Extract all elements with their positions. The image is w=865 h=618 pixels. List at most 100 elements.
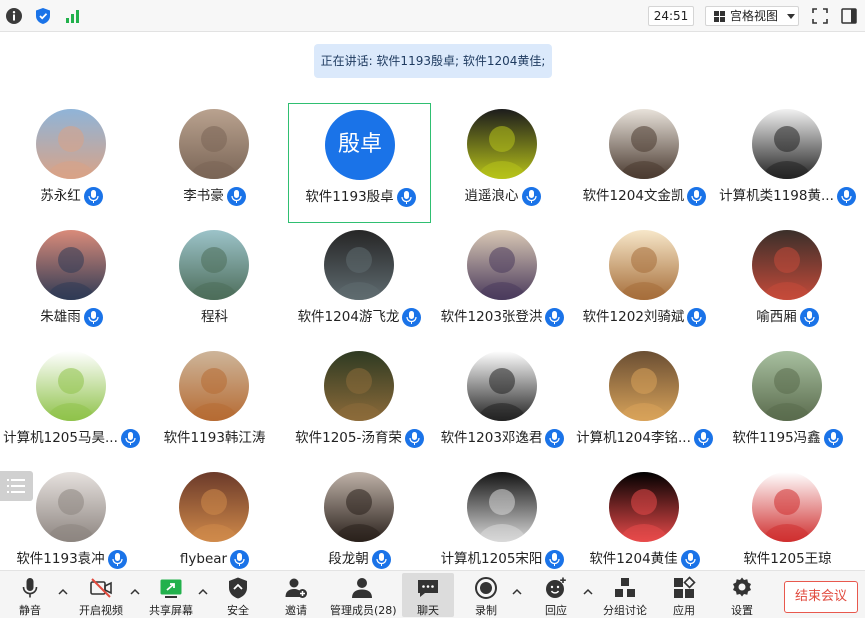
signal-icon[interactable] (64, 7, 82, 25)
mute-options-chevron-icon[interactable] (57, 586, 69, 598)
settings-button[interactable]: 设置 (722, 573, 762, 617)
participant-tile[interactable]: 软件1204游飞龙 (288, 224, 431, 344)
participant-name-line: 软件1204文金凯 (573, 185, 716, 207)
participant-name-line: 软件1193殷卓 (289, 186, 432, 208)
participant-name-line: 软件1205王琼 (716, 548, 859, 570)
participant-name: 软件1203邓逸君 (440, 430, 543, 446)
participant-name: 李书豪 (183, 188, 224, 204)
participant-name-line: 软件1193韩江涛 (143, 427, 286, 449)
participant-tile[interactable]: 朱雄雨 (0, 224, 143, 344)
participant-tile[interactable]: 软件1195冯鑫 (716, 345, 859, 465)
microphone-icon (680, 549, 700, 569)
microphone-icon (83, 307, 103, 327)
chat-button[interactable]: 聊天 (402, 573, 454, 617)
microphone-icon (693, 428, 713, 448)
members-icon (352, 578, 372, 598)
shield-icon[interactable] (34, 7, 52, 25)
microphone-icon (404, 428, 424, 448)
record-button[interactable]: 录制 (466, 573, 506, 617)
participant-name-line: 软件1195冯鑫 (716, 427, 859, 449)
add-person-icon (285, 578, 307, 598)
participant-tile[interactable]: 苏永红 (0, 103, 143, 223)
info-icon[interactable] (5, 7, 23, 25)
participant-avatar (179, 472, 249, 542)
breakout-rooms-button[interactable]: 分组讨论 (600, 573, 650, 617)
participant-tile[interactable]: 软件1204文金凯 (573, 103, 716, 223)
participant-avatar (324, 230, 394, 300)
participant-avatar (609, 472, 679, 542)
participant-tile[interactable]: 殷卓软件1193殷卓 (288, 103, 431, 223)
participant-avatar (36, 472, 106, 542)
invite-button[interactable]: 邀请 (276, 573, 316, 617)
participant-name: 软件1202刘骑斌 (582, 309, 685, 325)
sidebar-panel-icon[interactable] (840, 7, 858, 25)
participant-avatar (36, 351, 106, 421)
participant-tile[interactable]: 软件1204黄佳 (573, 466, 716, 586)
reactions-options-chevron-icon[interactable] (582, 586, 594, 598)
participant-name: 软件1205-汤育荣 (295, 430, 402, 446)
participant-name: 计算机类1198黄... (719, 188, 834, 204)
participant-tile[interactable]: 计算机1205宋阳 (431, 466, 574, 586)
participant-tile[interactable]: 软件1193韩江涛 (143, 345, 286, 465)
microphone-icon (396, 187, 416, 207)
participant-tile[interactable]: flybear (143, 466, 286, 586)
participant-avatar (179, 109, 249, 179)
share-options-chevron-icon[interactable] (197, 586, 209, 598)
participant-tile[interactable]: 计算机1204李铭... (573, 345, 716, 465)
start-video-button[interactable]: 开启视频 (74, 573, 128, 617)
participant-name-line: 计算机类1198黄... (716, 185, 859, 207)
participant-avatar (752, 472, 822, 542)
participant-name-line: 软件1203张登洪 (431, 306, 574, 328)
participant-avatar (609, 351, 679, 421)
participant-tile[interactable]: 李书豪 (143, 103, 286, 223)
microphone-icon (687, 186, 707, 206)
participant-name: 软件1204游飞龙 (297, 309, 400, 325)
participant-avatar (467, 472, 537, 542)
participant-tile[interactable]: 计算机类1198黄... (716, 103, 859, 223)
fullscreen-icon[interactable] (811, 7, 829, 25)
participant-tile[interactable]: 软件1205-汤育荣 (288, 345, 431, 465)
record-icon (475, 577, 497, 599)
participant-avatar (467, 230, 537, 300)
participant-avatar: 殷卓 (325, 110, 395, 180)
record-options-chevron-icon[interactable] (511, 586, 523, 598)
participant-avatar (324, 472, 394, 542)
participant-tile[interactable]: 软件1203张登洪 (431, 224, 574, 344)
manage-members-button[interactable]: 管理成员(28) (330, 573, 397, 617)
participant-tile[interactable]: 计算机1205马昊... (0, 345, 143, 465)
security-button[interactable]: 安全 (218, 573, 258, 617)
participant-tile[interactable]: 喻西厢 (716, 224, 859, 344)
microphone-icon (83, 186, 103, 206)
participant-tile[interactable]: 段龙朝 (288, 466, 431, 586)
participant-name-line: flybear (143, 548, 286, 570)
participant-name-line: 段龙朝 (288, 548, 431, 570)
participant-tile[interactable]: 软件1203邓逸君 (431, 345, 574, 465)
video-options-chevron-icon[interactable] (129, 586, 141, 598)
mute-button[interactable]: 静音 (8, 573, 52, 617)
participant-tile[interactable]: 软件1202刘骑斌 (573, 224, 716, 344)
participant-name: 计算机1205宋阳 (440, 551, 543, 567)
participant-avatar (179, 351, 249, 421)
participant-avatar (467, 351, 537, 421)
participant-name: 段龙朝 (328, 551, 369, 567)
reactions-button[interactable]: 回应 (534, 573, 578, 617)
participant-name-line: 软件1204游飞龙 (288, 306, 431, 328)
participant-tile[interactable]: 逍遥浪心 (431, 103, 574, 223)
participant-name-line: 软件1205-汤育荣 (288, 427, 431, 449)
end-meeting-button[interactable]: 结束会议 (784, 581, 858, 613)
emoji-icon (546, 577, 566, 598)
participant-name: 软件1203张登洪 (440, 309, 543, 325)
participant-name-line: 软件1202刘骑斌 (573, 306, 716, 328)
participant-name: 逍遥浪心 (464, 188, 519, 204)
view-mode-dropdown[interactable]: 宫格视图 (705, 6, 799, 26)
participant-tile[interactable]: 软件1205王琼 (716, 466, 859, 586)
share-screen-button[interactable]: 共享屏幕 (146, 573, 196, 617)
microphone-icon (545, 549, 565, 569)
participant-tile[interactable]: 程科 (143, 224, 286, 344)
participant-avatar (752, 109, 822, 179)
apps-button[interactable]: 应用 (664, 573, 704, 617)
side-list-toggle[interactable] (0, 471, 33, 501)
participant-name-line: 朱雄雨 (0, 306, 143, 328)
participant-name: 软件1195冯鑫 (732, 430, 821, 446)
microphone-icon (226, 186, 246, 206)
